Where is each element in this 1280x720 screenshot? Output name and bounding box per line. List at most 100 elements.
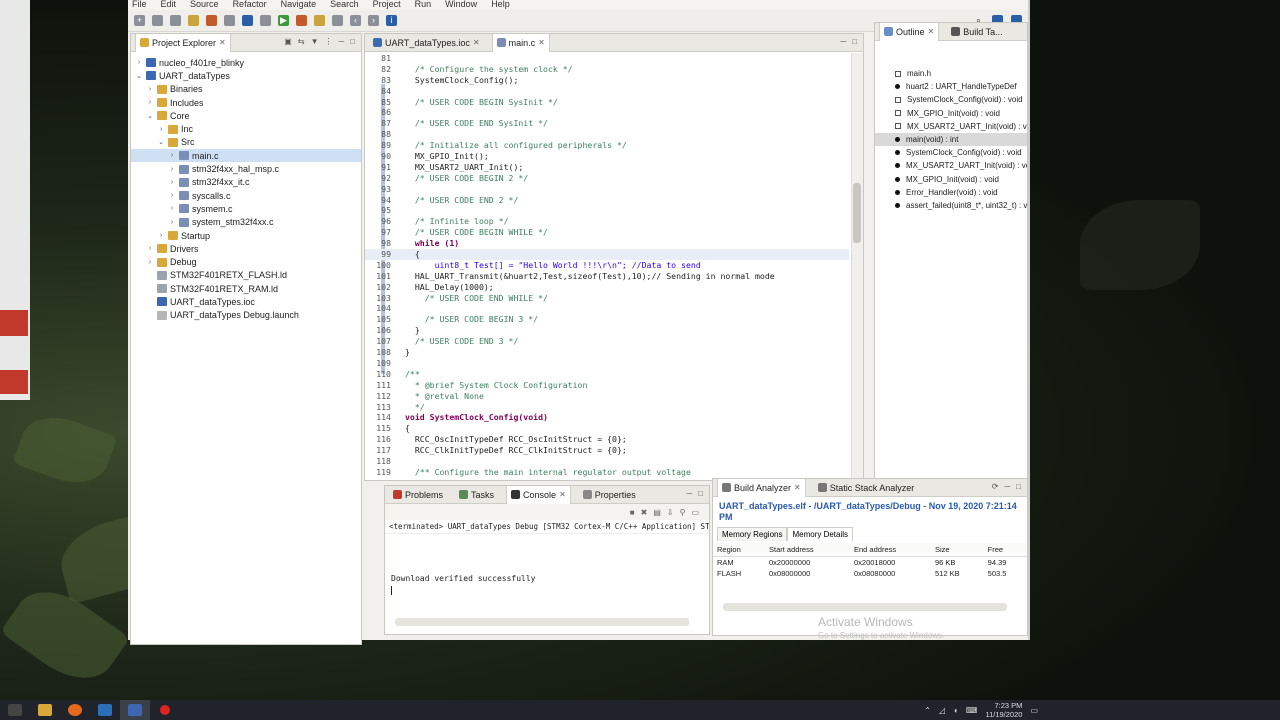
link-editor-icon[interactable]: ⇆: [298, 37, 305, 46]
menu-window[interactable]: Window: [445, 0, 477, 10]
menu-search[interactable]: Search: [330, 0, 359, 10]
tab-static-stack[interactable]: Static Stack Analyzer: [814, 479, 919, 497]
expand-arrow-icon[interactable]: ›: [168, 192, 176, 199]
console-hscrollbar[interactable]: [395, 618, 689, 626]
tab-outline[interactable]: Outline ✕: [879, 22, 940, 41]
collapse-all-icon[interactable]: ▣: [284, 37, 292, 46]
info-icon[interactable]: i: [386, 15, 397, 26]
menu-refactor[interactable]: Refactor: [233, 0, 267, 10]
column-header[interactable]: End address: [850, 543, 931, 557]
expand-arrow-icon[interactable]: ›: [168, 219, 176, 226]
tab-memory-details[interactable]: Memory Details: [787, 527, 854, 541]
network-icon[interactable]: ◿: [939, 706, 945, 715]
tree-item[interactable]: › stm32f4xx_it.c: [131, 176, 361, 189]
taskbar-firefox[interactable]: [60, 700, 90, 720]
new-icon[interactable]: +: [134, 15, 145, 26]
tree-item[interactable]: › Startup: [131, 229, 361, 242]
tree-item[interactable]: › syscalls.c: [131, 189, 361, 202]
expand-arrow-icon[interactable]: ⌄: [157, 138, 165, 146]
save-icon[interactable]: [152, 15, 163, 26]
expand-arrow-icon[interactable]: ›: [146, 259, 154, 266]
run-icon[interactable]: ▶: [278, 15, 289, 26]
tree-item[interactable]: ⌄ UART_dataTypes: [131, 69, 361, 82]
expand-arrow-icon[interactable]: ›: [135, 59, 143, 66]
outline-item[interactable]: assert_failed(uint8_t*, uint32_t) : v: [875, 199, 1027, 212]
table-row[interactable]: RAM 0x20000000 0x20018000 96 KB 94.39: [713, 557, 1027, 569]
expand-arrow-icon[interactable]: ›: [146, 99, 154, 106]
minimize-icon[interactable]: ─: [338, 37, 344, 46]
expand-arrow-icon[interactable]: ›: [157, 232, 165, 239]
close-icon[interactable]: ✕: [928, 27, 935, 36]
external-tools-icon[interactable]: [314, 15, 325, 26]
minimize-icon[interactable]: ─: [1004, 482, 1010, 491]
tree-item[interactable]: STM32F401RETX_FLASH.ld: [131, 269, 361, 282]
display-console-icon[interactable]: ▭: [691, 508, 699, 517]
tree-item[interactable]: ⌄ Core: [131, 109, 361, 122]
menu-source[interactable]: Source: [190, 0, 219, 10]
expand-arrow-icon[interactable]: ›: [146, 245, 154, 252]
expand-arrow-icon[interactable]: ›: [157, 126, 165, 133]
maximize-icon[interactable]: □: [852, 37, 857, 46]
expand-arrow-icon[interactable]: ⌄: [146, 112, 154, 120]
tree-item[interactable]: › Inc: [131, 122, 361, 135]
expand-arrow-icon[interactable]: ›: [168, 166, 176, 173]
clock[interactable]: 7:23 PM 11/19/2020: [985, 701, 1022, 719]
analyzer-hscrollbar[interactable]: [723, 603, 1007, 611]
start-button[interactable]: [0, 700, 30, 720]
scroll-thumb[interactable]: [853, 183, 861, 243]
maximize-icon[interactable]: □: [698, 489, 703, 498]
tree-item[interactable]: › nucleo_f401re_blinky: [131, 56, 361, 69]
navigate-forward-icon[interactable]: ›: [368, 15, 379, 26]
tab-ioc[interactable]: UART_dataTypes.ioc ✕: [369, 34, 484, 52]
column-header[interactable]: Start address: [765, 543, 850, 557]
scroll-lock-icon[interactable]: ⇩: [667, 508, 674, 517]
outline-item[interactable]: MX_GPIO_Init(void) : void: [875, 173, 1027, 186]
outline-item[interactable]: MX_GPIO_Init(void) : void: [875, 107, 1027, 120]
outline-item[interactable]: SystemClock_Config(void) : void: [875, 146, 1027, 159]
column-header[interactable]: Region: [713, 543, 765, 557]
menu-file[interactable]: File: [132, 0, 147, 10]
close-icon[interactable]: ✕: [538, 38, 545, 47]
terminate-icon[interactable]: ■: [630, 508, 635, 517]
tree-item[interactable]: › Binaries: [131, 83, 361, 96]
taskbar-ide[interactable]: [120, 700, 150, 720]
expand-arrow-icon[interactable]: ›: [168, 179, 176, 186]
filter-icon[interactable]: ▼: [311, 37, 319, 46]
save-all-icon[interactable]: [170, 15, 181, 26]
column-header[interactable]: Free: [983, 543, 1027, 557]
taskbar-explorer[interactable]: [30, 700, 60, 720]
minimize-icon[interactable]: ─: [686, 489, 692, 498]
expand-arrow-icon[interactable]: ⌄: [135, 72, 143, 80]
outline-item[interactable]: huart2 : UART_HandleTypeDef: [875, 80, 1027, 93]
tree-item[interactable]: › Includes: [131, 96, 361, 109]
taskbar-record[interactable]: [150, 700, 180, 720]
outline-item[interactable]: SystemClock_Config(void) : void: [875, 93, 1027, 106]
search-toolbar-icon[interactable]: [332, 15, 343, 26]
tree-item[interactable]: ⌄ Src: [131, 136, 361, 149]
debug-config-icon[interactable]: [206, 15, 217, 26]
close-icon[interactable]: ✕: [559, 490, 566, 499]
refresh-icon[interactable]: [260, 15, 271, 26]
tab-build-analyzer[interactable]: Build Analyzer ✕: [717, 478, 806, 497]
view-menu-icon[interactable]: ⋮: [324, 37, 332, 46]
refresh-analyzer-icon[interactable]: ⟳: [992, 482, 999, 491]
keyboard-icon[interactable]: ⌨: [966, 706, 978, 715]
minimize-icon[interactable]: ─: [840, 37, 846, 46]
debug-icon[interactable]: [296, 15, 307, 26]
settings-icon[interactable]: [224, 15, 235, 26]
menu-edit[interactable]: Edit: [161, 0, 177, 10]
close-icon[interactable]: ✕: [473, 38, 480, 47]
expand-arrow-icon[interactable]: ›: [146, 86, 154, 93]
tree-item[interactable]: › sysmem.c: [131, 202, 361, 215]
target-icon[interactable]: [242, 15, 253, 26]
remove-launch-icon[interactable]: ✖: [641, 508, 648, 517]
tree-item[interactable]: UART_dataTypes.ioc: [131, 295, 361, 308]
tab-console[interactable]: Console ✕: [506, 485, 571, 504]
build-icon[interactable]: [188, 15, 199, 26]
expand-arrow-icon[interactable]: ›: [168, 152, 176, 159]
maximize-icon[interactable]: □: [1016, 482, 1021, 491]
tree-item[interactable]: › stm32f4xx_hal_msp.c: [131, 162, 361, 175]
outline-item[interactable]: main.h: [875, 67, 1027, 80]
code-area[interactable]: 81 82 /* Configure the system clock */83 …: [365, 53, 849, 480]
tab-tasks[interactable]: Tasks: [455, 486, 498, 504]
